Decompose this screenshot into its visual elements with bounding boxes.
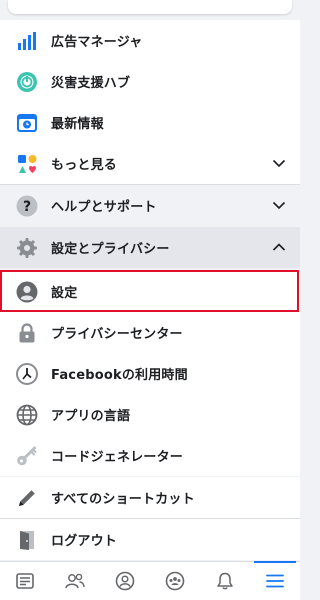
tab-menu[interactable] [250, 561, 300, 600]
tab-profile[interactable] [100, 562, 150, 600]
menu-icon [266, 574, 284, 588]
menu-item-label: 設定 [51, 286, 78, 301]
tab-notifications[interactable] [200, 562, 250, 600]
tab-friends[interactable] [50, 562, 100, 600]
menu-item-label: 最新情報 [51, 117, 104, 132]
calendar-clock-icon [16, 112, 38, 134]
shapes-icon [16, 153, 38, 175]
previous-card-edge [8, 0, 292, 14]
lock-icon [16, 322, 38, 344]
menu-item-code-generator[interactable]: コードジェネレーター [0, 435, 300, 476]
menu-item-label: プライバシーセンター [51, 327, 183, 342]
menu-item-log-out[interactable]: ログアウト [0, 519, 300, 560]
menu-item-your-time[interactable]: Facebookの利用時間 [0, 353, 300, 394]
globe-icon [16, 404, 38, 426]
friends-icon [65, 573, 85, 589]
chevron-up-icon [272, 243, 286, 251]
menu-item-label: 災害支援ハブ [51, 76, 131, 91]
gear-icon [16, 237, 38, 259]
bar-chart-icon [16, 30, 38, 52]
news-feed-icon [16, 573, 34, 589]
pencil-icon [16, 487, 38, 509]
menu-item-app-language[interactable]: アプリの言語 [0, 394, 300, 435]
svg-text:?: ? [23, 199, 31, 215]
clock-icon [16, 362, 38, 385]
notifications-bell-icon [217, 572, 233, 590]
chevron-down-icon [272, 201, 286, 210]
menu-item-see-more[interactable]: もっと見る [0, 143, 300, 184]
bottom-tab-bar [0, 561, 300, 600]
menu-section-help-support[interactable]: ? ヘルプとサポート [0, 185, 300, 226]
menu-item-all-shortcuts[interactable]: すべてのショートカット [0, 477, 300, 518]
key-icon [16, 445, 38, 467]
door-icon [16, 529, 38, 551]
menu-item-label: すべてのショートカット [51, 492, 195, 507]
menu-item-settings[interactable]: 設定 [0, 271, 300, 312]
menu-item-label: 広告マネージャ [51, 35, 143, 50]
groups-icon [165, 571, 185, 591]
profile-icon [115, 571, 135, 591]
menu-item-label: 設定とプライバシー [51, 242, 170, 257]
tab-news-feed[interactable] [0, 562, 50, 600]
chevron-down-icon [272, 159, 286, 168]
menu-item-label: もっと見る [51, 158, 118, 173]
menu-item-privacy-center[interactable]: プライバシーセンター [0, 312, 300, 353]
question-icon: ? [16, 195, 38, 217]
menu-item-most-recent[interactable]: 最新情報 [0, 102, 300, 143]
power-circle-icon [16, 71, 38, 93]
menu-item-label: ログアウト [51, 534, 118, 549]
menu-item-ads-manager[interactable]: 広告マネージャ [0, 20, 300, 61]
menu-item-label: Facebookの利用時間 [51, 368, 188, 383]
tab-groups[interactable] [150, 562, 200, 600]
person-icon [16, 281, 38, 303]
menu-item-label: アプリの言語 [51, 409, 131, 424]
menu-item-crisis-response[interactable]: 災害支援ハブ [0, 61, 300, 102]
menu-item-label: ヘルプとサポート [51, 200, 157, 215]
menu-section-settings-privacy[interactable]: 設定とプライバシー [0, 227, 300, 268]
menu-item-label: コードジェネレーター [51, 450, 184, 465]
